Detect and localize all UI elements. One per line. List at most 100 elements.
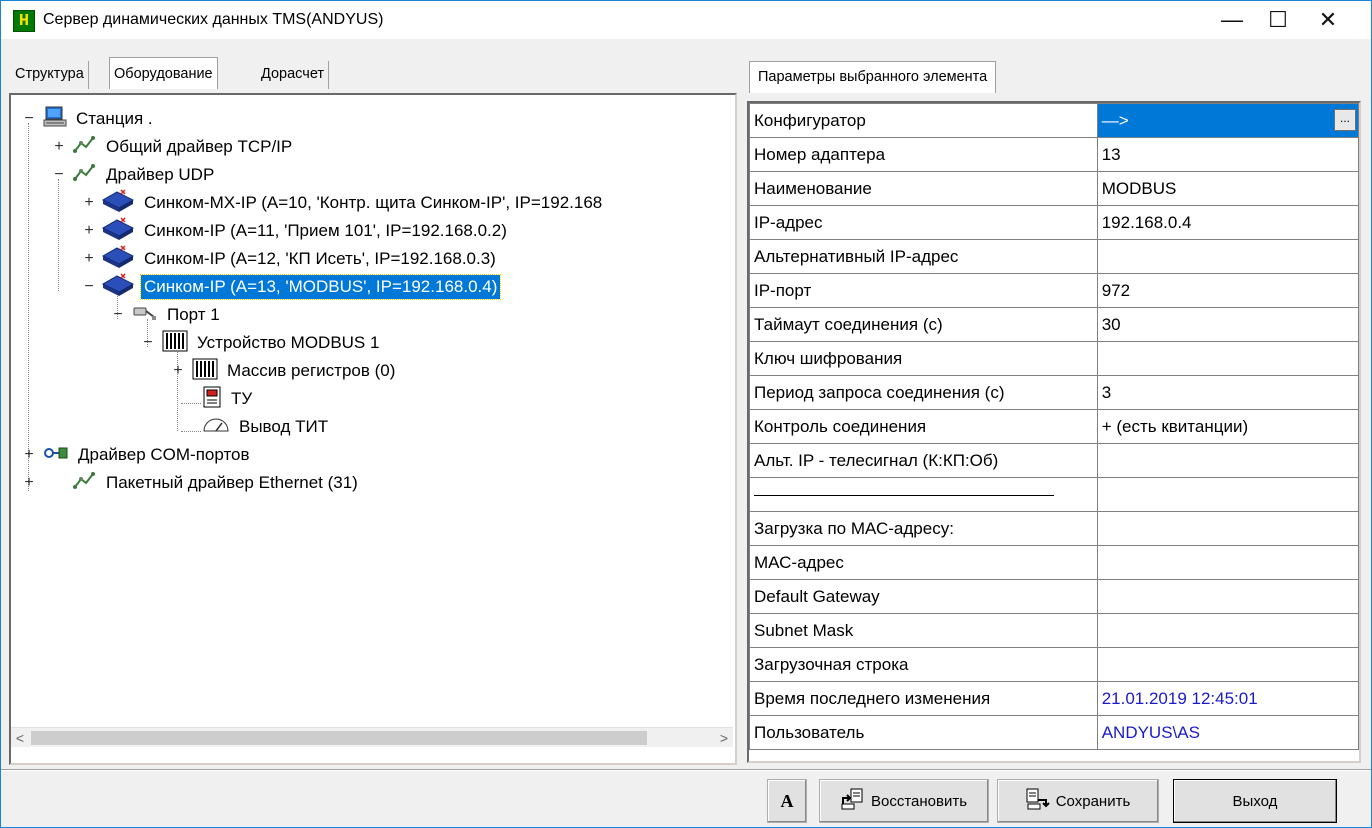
scroll-left-icon[interactable]: < (11, 728, 29, 748)
tree-node-port1[interactable]: − Порт 1 (112, 301, 223, 329)
prop-row[interactable]: Таймаут соединения (с) 30 (749, 307, 1360, 342)
port-icon (132, 303, 158, 328)
tab-recalc[interactable]: Дорасчет (257, 61, 330, 89)
prop-value[interactable]: 192.168.0.4 (1096, 205, 1360, 240)
tree-node-udp-driver[interactable]: − Драйвер UDP (53, 161, 217, 189)
tree-node-ethernet-driver[interactable]: + Пакетный драйвер Ethernet (31) (23, 469, 361, 497)
prop-value[interactable]: 13 (1096, 137, 1360, 172)
prop-value[interactable] (1096, 647, 1360, 682)
prop-row[interactable]: IP-порт 972 (749, 273, 1360, 308)
close-button[interactable]: ✕ (1305, 1, 1351, 39)
prop-value[interactable]: + (есть квитанции) (1096, 409, 1360, 444)
tab-selected-element-params[interactable]: Параметры выбранного элемента (749, 61, 997, 93)
tree-node-sincom-12[interactable]: + Синком-IP (A=12, 'КП Исеть', IP=192.16… (83, 244, 499, 273)
prop-row[interactable]: IP-адрес 192.168.0.4 (749, 205, 1360, 240)
collapse-icon[interactable]: − (83, 278, 95, 296)
tree-node-modbus-device[interactable]: − Устройство MODBUS 1 (142, 329, 382, 357)
prop-value[interactable] (1096, 613, 1360, 648)
bottom-divider (1, 769, 1371, 771)
tree-node-sincom-13[interactable]: − Синком-IP (A=13, 'MODBUS', IP=192.168.… (83, 272, 502, 303)
prop-row[interactable]: Время последнего изменения 21.01.2019 12:… (749, 681, 1360, 716)
tree-node-tu[interactable]: ТУ (202, 385, 255, 413)
collapse-icon[interactable]: − (23, 110, 35, 128)
tree-node-sincom-11[interactable]: + Синком-IP (A=11, 'Прием 101', IP=192.1… (83, 216, 510, 245)
prop-row[interactable]: Номер адаптера 13 (749, 137, 1360, 172)
prop-value[interactable] (1096, 443, 1360, 478)
tree-node-station[interactable]: − Станция . (23, 105, 156, 133)
maximize-button[interactable]: ☐ (1255, 1, 1301, 39)
prop-value[interactable] (1096, 545, 1360, 580)
prop-value-active[interactable]: —>... (1096, 103, 1360, 138)
equipment-tree[interactable]: − Станция . + Общий драйвер TCP/IP − Дра… (11, 95, 733, 725)
tree-label: Драйвер COM-портов (78, 445, 250, 464)
ellipsis-button[interactable]: ... (1334, 109, 1356, 131)
prop-name: Ключ шифрования (749, 341, 1098, 376)
network-driver-icon (73, 135, 97, 160)
prop-row[interactable]: Альтернативный IP-адрес (749, 239, 1360, 274)
tree-node-register-array[interactable]: + Массив регистров (0) (172, 357, 398, 385)
expand-icon[interactable]: + (83, 222, 95, 240)
prop-name: IP-адрес (749, 205, 1098, 240)
gauge-icon (202, 417, 230, 438)
restore-button[interactable]: Восстановить (819, 779, 989, 823)
expand-icon[interactable]: + (172, 362, 184, 380)
tab-equipment[interactable]: Оборудование (109, 57, 218, 89)
expand-icon[interactable]: + (83, 250, 95, 268)
tab-structure[interactable]: Структура (11, 61, 89, 89)
prop-row[interactable]: МАС-адрес (749, 545, 1360, 580)
prop-value: ANDYUS\AS (1096, 715, 1360, 750)
scroll-right-icon[interactable]: > (715, 728, 733, 748)
prop-row[interactable]: Загрузка по МАС-адресу: (749, 511, 1360, 546)
prop-name: Альт. IP - телесигнал (К:КП:Об) (749, 443, 1098, 478)
save-label: Сохранить (1055, 792, 1131, 810)
tree-label: Массив регистров (0) (227, 361, 396, 380)
save-button[interactable]: Сохранить (997, 779, 1159, 823)
prop-name: Контроль соединения (749, 409, 1098, 444)
prop-row[interactable]: Ключ шифрования (749, 341, 1360, 376)
scrollbar-thumb[interactable] (31, 731, 647, 745)
prop-row[interactable]: Пользователь ANDYUS\AS (749, 715, 1360, 750)
device-icon (162, 330, 188, 357)
tree-node-tit-output[interactable]: Вывод ТИТ (202, 413, 331, 441)
property-grid: Конфигуратор —>... Номер адаптера 13 Наим… (747, 101, 1361, 763)
tree-node-sincom-mx[interactable]: + Синком-МХ-IP (A=10, 'Контр. щита Синко… (83, 188, 605, 217)
minimize-button[interactable]: — (1209, 1, 1255, 39)
exit-button[interactable]: Выход (1173, 779, 1337, 823)
prop-value[interactable] (1096, 341, 1360, 376)
prop-value[interactable] (1096, 239, 1360, 274)
prop-row[interactable]: Загрузочная строка (749, 647, 1360, 682)
prop-row[interactable]: Альт. IP - телесигнал (К:КП:Об) (749, 443, 1360, 478)
collapse-icon[interactable]: − (53, 166, 65, 184)
prop-row[interactable]: Subnet Mask (749, 613, 1360, 648)
prop-row[interactable]: Наименование MODBUS (749, 171, 1360, 206)
prop-row[interactable]: Период запроса соединения (с) 3 (749, 375, 1360, 410)
tree-node-com-driver[interactable]: + Драйвер COM-портов (23, 441, 253, 469)
prop-row-configurator[interactable]: Конфигуратор —>... (749, 103, 1360, 138)
tree-label: Синком-IP (A=11, 'Прием 101', IP=192.168… (144, 221, 507, 240)
prop-value[interactable]: 30 (1096, 307, 1360, 342)
prop-value[interactable] (1096, 579, 1360, 614)
com-port-icon (43, 443, 69, 468)
prop-value[interactable]: 972 (1096, 273, 1360, 308)
prop-value[interactable]: 3 (1096, 375, 1360, 410)
prop-value[interactable]: MODBUS (1096, 171, 1360, 206)
tree-node-tcp-driver[interactable]: + Общий драйвер TCP/IP (53, 133, 295, 161)
restore-label: Восстановить (870, 792, 968, 810)
expand-icon[interactable]: + (23, 446, 35, 464)
collapse-icon[interactable]: − (142, 334, 154, 352)
prop-name: Альтернативный IP-адрес (749, 239, 1098, 274)
font-button[interactable]: A (767, 779, 807, 823)
prop-row[interactable]: Контроль соединения + (есть квитанции) (749, 409, 1360, 444)
prop-value[interactable] (1096, 511, 1360, 546)
collapse-icon[interactable]: − (112, 306, 124, 324)
prop-row[interactable]: Default Gateway (749, 579, 1360, 614)
expand-icon[interactable]: + (23, 474, 35, 492)
tree-label: Устройство MODBUS 1 (197, 333, 380, 352)
expand-icon[interactable]: + (83, 194, 95, 212)
horizontal-scrollbar[interactable]: < > (11, 727, 733, 747)
computer-icon (43, 106, 67, 133)
expand-icon[interactable]: + (53, 138, 65, 156)
prop-name: Время последнего изменения (749, 681, 1098, 716)
app-icon: H (13, 10, 35, 32)
controller-icon (101, 272, 135, 303)
